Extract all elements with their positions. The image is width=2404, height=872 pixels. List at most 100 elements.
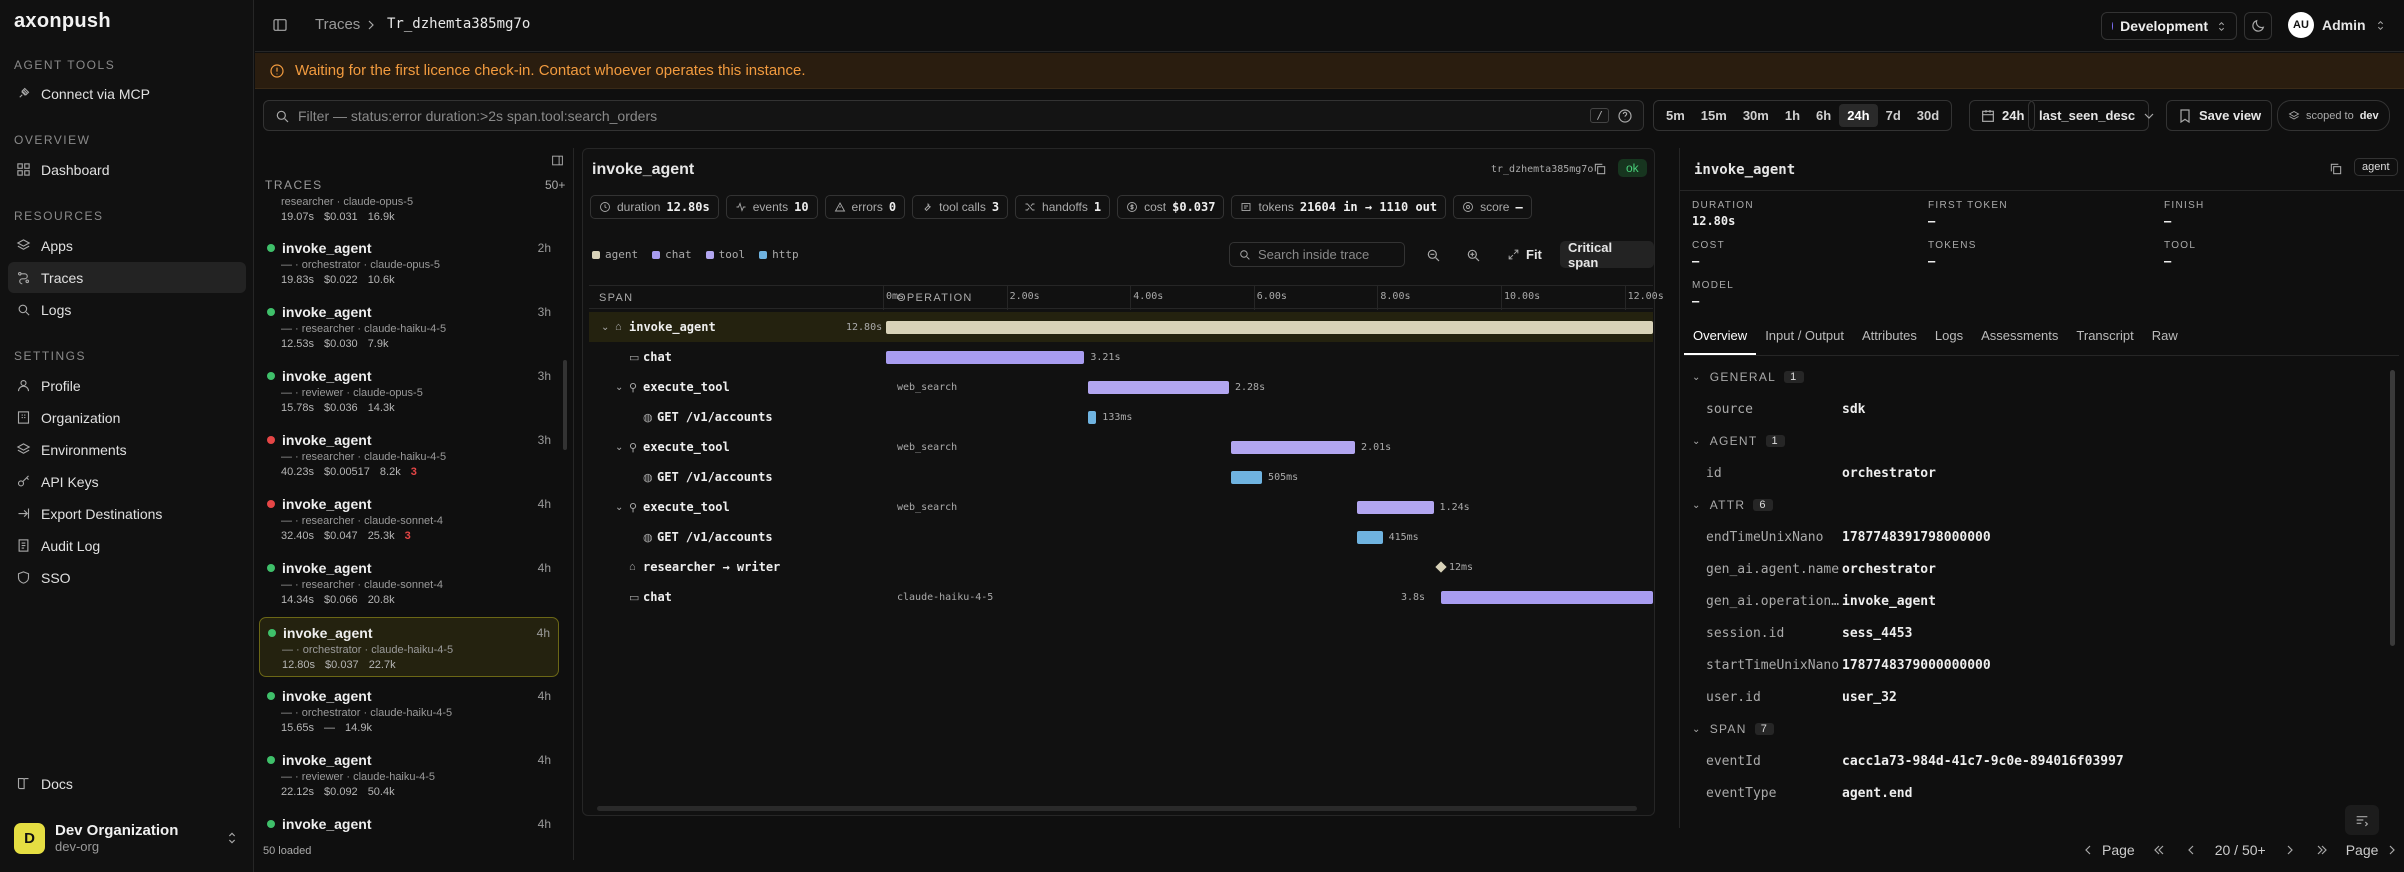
last-page-icon[interactable] [2314,842,2330,858]
span-bar[interactable] [886,320,1653,334]
sidebar-item-connect-mcp[interactable]: Connect via MCP [8,78,246,109]
fit-button[interactable]: Fit [1501,242,1548,267]
attribute-row[interactable]: gen_ai.agent.name orchestrator [1706,562,1936,577]
trace-row[interactable]: invoke_agent 3h — · researcher · claude-ha… [259,425,559,485]
attribute-row[interactable]: user.id user_32 [1706,690,1897,705]
zoom-in-icon[interactable] [1465,247,1481,263]
attribute-row[interactable]: eventType agent.end [1706,786,1912,801]
span-bar[interactable] [1356,530,1383,544]
filter-search[interactable]: Filter — status:error duration:>2s span.… [263,100,1644,131]
sidebar-item-organization[interactable]: Organization [8,402,246,433]
list-scrollbar[interactable] [563,360,567,450]
span-row[interactable]: ▭chatclaude-sonnet-43.21s [589,342,1653,372]
first-page-icon[interactable] [2151,842,2167,858]
breadcrumb-traces[interactable]: Traces [315,16,360,33]
org-switcher[interactable]: D Dev Organization dev-org [14,822,240,854]
span-bar[interactable] [1230,440,1356,454]
tab-transcript[interactable]: Transcript [2067,328,2142,355]
tab-attributes[interactable]: Attributes [1853,328,1926,355]
attribute-row[interactable]: eventId cacc1a73-984d-41c7-9c0e-894016f03… [1706,754,2124,769]
tab-raw[interactable]: Raw [2143,328,2187,355]
span-row[interactable]: ⌂ researcher → writer 12ms [589,552,1653,582]
panel-menu-button[interactable] [2345,805,2379,835]
trace-row[interactable]: invoke_agent 4h — · orchestrator · claude-… [259,617,559,677]
span-row[interactable]: ◍ GET /v1/accounts 133ms [589,402,1653,432]
trace-row[interactable]: invoke_agent 4h — · reviewer · claude-haik… [259,745,559,805]
sidebar-item-dashboard[interactable]: Dashboard [8,154,246,185]
span-bar[interactable] [1230,470,1263,484]
environment-select[interactable]: Development [2101,12,2237,40]
range-option-6h[interactable]: 6h [1808,104,1839,127]
span-row[interactable]: ⌄ ⌂ invoke_agent 12.80s [589,312,1653,342]
sidebar-item-apps[interactable]: Apps [8,230,246,261]
range-option-30d[interactable]: 30d [1909,104,1947,127]
collapse-panel-icon[interactable] [551,154,564,167]
next-page-button[interactable]: Page [2346,842,2401,858]
zoom-out-icon[interactable] [1425,247,1441,263]
span-row[interactable]: ⌄ ⚲ execute_tool web_search 1.24s [589,492,1653,522]
section-general[interactable]: ⌄ GENERAL 1 [1692,370,1804,384]
sidebar-item-profile[interactable]: Profile [8,370,246,401]
copy-icon[interactable] [1593,162,1607,176]
section-attr[interactable]: ⌄ ATTR 6 [1692,498,1773,512]
section-span[interactable]: ⌄ SPAN 7 [1692,722,1775,736]
user-menu[interactable]: AU Admin [2288,12,2387,38]
date-picker-button[interactable]: 24h [1969,100,2036,131]
span-row[interactable]: ⌄ ⚲ execute_tool web_search 2.28s [589,372,1653,402]
trace-row-partial[interactable]: researcher · claude-opus-5 19.07s $0.031… [259,185,559,225]
range-option-30m[interactable]: 30m [1735,104,1777,127]
theme-toggle-button[interactable] [2244,12,2272,40]
span-row[interactable]: ◍ GET /v1/accounts 415ms [589,522,1653,552]
help-icon[interactable] [1617,108,1633,124]
span-bar[interactable] [1088,380,1229,394]
span-bar[interactable] [1356,500,1434,514]
chevron-down-icon[interactable]: ⌄ [601,322,611,333]
sidebar-item-logs[interactable]: Logs [8,294,246,325]
copy-icon[interactable] [2329,162,2343,176]
sidebar-item-sso[interactable]: SSO [8,562,246,593]
chevron-right-icon[interactable] [2282,842,2298,858]
sort-select[interactable]: last_seen_desc [2028,100,2154,131]
sidebar-toggle-icon[interactable] [272,17,288,33]
tab-logs[interactable]: Logs [1926,328,1972,355]
save-view-button[interactable]: Save view [2166,100,2273,131]
chevron-down-icon[interactable]: ⌄ [615,382,625,393]
attribute-row[interactable]: startTimeUnixNano 1787748379000000000 [1706,658,1991,673]
app-logo[interactable]: axonpush [14,10,111,33]
span-row[interactable]: ⌄ ⚲ execute_tool web_search 2.01s [589,432,1653,462]
chevron-left-icon[interactable] [2183,842,2199,858]
tab-input-output[interactable]: Input / Output [1756,328,1853,355]
trace-row[interactable]: invoke_agent 4h — · researcher · claude-so… [259,489,559,549]
sidebar-item-api-keys[interactable]: API Keys [8,466,246,497]
sidebar-item-traces[interactable]: Traces [8,262,246,293]
horizontal-scrollbar[interactable] [597,806,1637,811]
tab-overview[interactable]: Overview [1684,328,1757,355]
trace-row[interactable]: invoke_agent 2h — · orchestrator · claude-… [259,233,559,293]
prev-page-button[interactable]: Page [2080,842,2135,858]
trace-row[interactable]: invoke_agent 4h — · orchestrator · claude-… [259,681,559,741]
sidebar-item-export-destinations[interactable]: Export Destinations [8,498,246,529]
range-option-24h[interactable]: 24h [1839,104,1878,127]
trace-row[interactable]: invoke_agent 3h — · reviewer · claude-opus… [259,361,559,421]
critical-span-button[interactable]: Critical span [1560,240,1654,270]
chevron-down-icon[interactable]: ⌄ [615,502,625,513]
attribute-row[interactable]: source sdk [1706,402,1865,417]
trace-row[interactable]: invoke_agent 4h — · researcher · claude-so… [259,553,559,613]
range-option-5m[interactable]: 5m [1658,104,1693,127]
range-option-1h[interactable]: 1h [1777,104,1808,127]
attribute-row[interactable]: id orchestrator [1706,466,1936,481]
tab-assessments[interactable]: Assessments [1972,328,2067,355]
span-bar[interactable] [886,350,1085,364]
attribute-row[interactable]: gen_ai.operation… invoke_agent [1706,594,1936,609]
trace-search-input[interactable]: Search inside trace [1229,242,1405,267]
section-agent[interactable]: ⌄ AGENT 1 [1692,434,1785,448]
chevron-down-icon[interactable]: ⌄ [615,442,625,453]
span-row[interactable]: ◍ GET /v1/accounts 505ms [589,462,1653,492]
span-bar[interactable] [1440,590,1653,604]
range-option-7d[interactable]: 7d [1878,104,1909,127]
attribute-row[interactable]: session.id sess_4453 [1706,626,1912,641]
detail-scrollbar[interactable] [2390,370,2395,646]
sidebar-item-environments[interactable]: Environments [8,434,246,465]
range-option-15m[interactable]: 15m [1693,104,1735,127]
sidebar-item-docs[interactable]: Docs [8,768,246,799]
